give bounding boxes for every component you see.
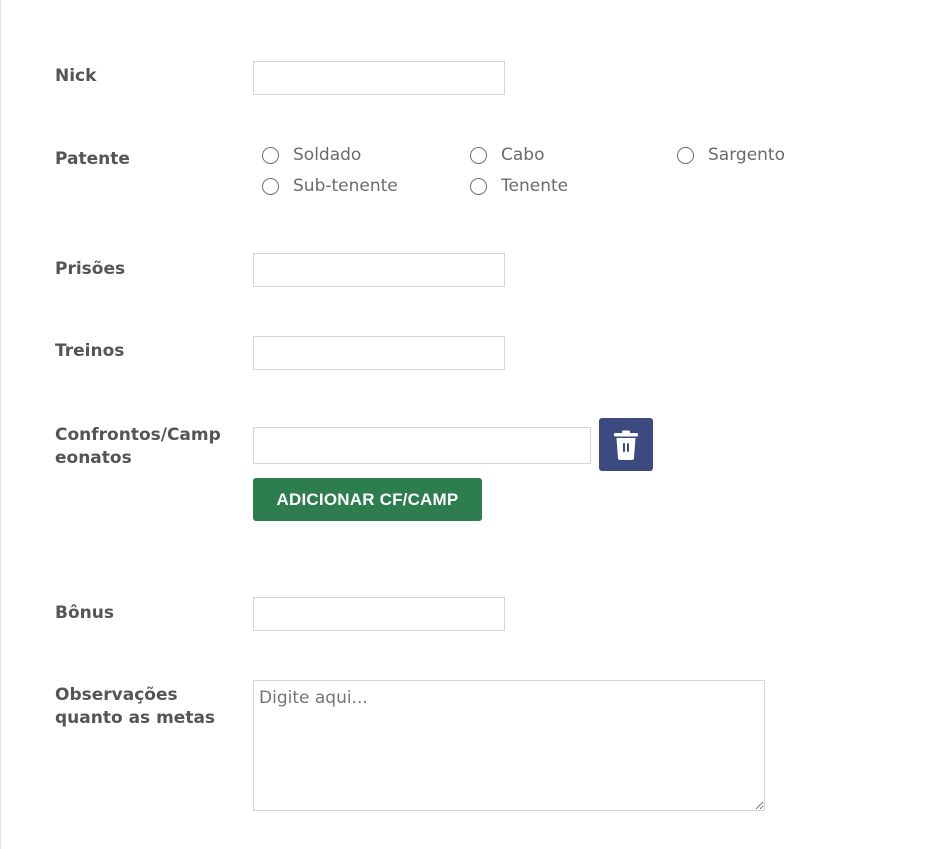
observacoes-label: Observações quanto as metas (55, 685, 216, 728)
nick-input[interactable] (253, 61, 505, 95)
page-left-border (0, 0, 1, 849)
radio-button[interactable] (470, 146, 487, 164)
trash-icon (614, 430, 638, 460)
radio-option-label: Soldado (293, 145, 362, 165)
prisoes-input[interactable] (253, 253, 505, 287)
radio-button[interactable] (262, 177, 279, 195)
radio-button[interactable] (470, 177, 487, 195)
radio-option-label: Sub-tenente (293, 176, 398, 196)
radio-option-cabo[interactable]: Cabo (470, 143, 544, 167)
radio-option-label: Cabo (501, 145, 545, 165)
radio-option-sargento[interactable]: Sargento (677, 143, 785, 167)
bonus-label: Bônus (55, 603, 114, 623)
radio-option-sub-tenente[interactable]: Sub-tenente (262, 174, 398, 198)
radio-option-label: Sargento (708, 145, 785, 165)
delete-confronto-button[interactable] (599, 418, 653, 471)
prisoes-label: Prisões (55, 259, 126, 279)
radio-option-tenente[interactable]: Tenente (470, 174, 568, 198)
observacoes-textarea[interactable] (253, 680, 765, 811)
radio-button[interactable] (677, 146, 694, 164)
confrontos-input[interactable] (253, 427, 591, 464)
nick-label: Nick (55, 66, 97, 86)
add-confronto-button[interactable]: ADICIONAR CF/CAMP (253, 478, 482, 521)
patente-label: Patente (55, 149, 130, 169)
radio-button[interactable] (262, 146, 279, 164)
radio-option-soldado[interactable]: Soldado (262, 143, 361, 167)
radio-option-label: Tenente (501, 176, 569, 196)
treinos-label: Treinos (55, 341, 125, 361)
bonus-input[interactable] (253, 597, 505, 631)
confrontos-label: Confrontos/Camp eonatos (55, 425, 221, 468)
treinos-input[interactable] (253, 336, 505, 370)
